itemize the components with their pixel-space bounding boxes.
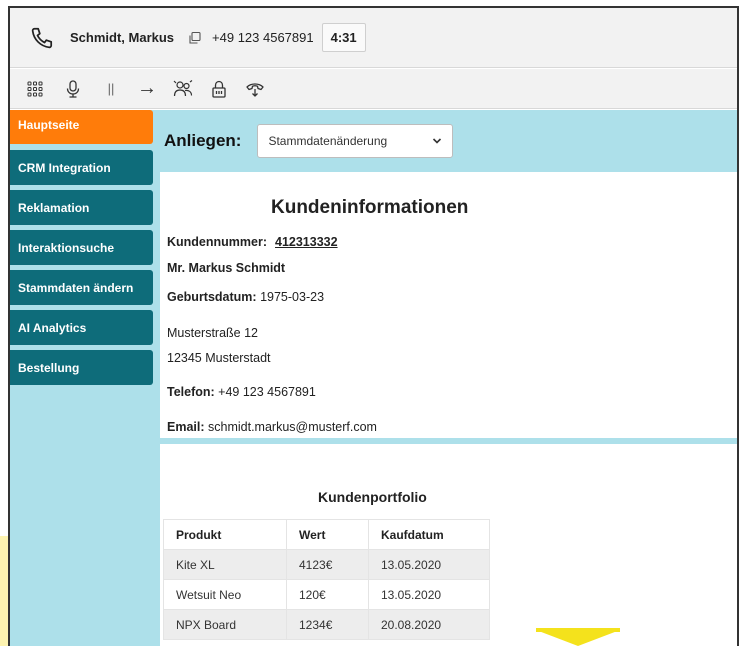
anliegen-row: Anliegen: Stammdatenänderung (160, 110, 737, 172)
birth-date-value: 1975-03-23 (260, 290, 325, 304)
forward-icon[interactable]: → (136, 77, 158, 100)
customer-number-row: Kundennummer: 412313332 (167, 235, 338, 249)
sidebar-item-label: Reklamation (18, 200, 90, 215)
portfolio-title: Kundenportfolio (318, 489, 427, 505)
call-toolbar: || → (10, 69, 737, 109)
portfolio-table: Produkt Wert Kaufdatum Kite XL 4123€ 13.… (163, 519, 490, 640)
conference-icon[interactable] (172, 78, 194, 100)
portfolio-card: Kundenportfolio Produkt Wert Kaufdatum K… (160, 444, 737, 646)
sidebar-item-interaktionsuche[interactable]: Interaktionsuche (10, 230, 153, 265)
call-bar: Schmidt, Markus +49 123 4567891 4:31 (10, 8, 737, 68)
sidebar-item-stammdaten-aendern[interactable]: Stammdaten ändern (10, 270, 153, 305)
sidebar-item-label: Bestellung (18, 360, 80, 375)
birth-date-label: Geburtsdatum: (167, 290, 257, 304)
caller-name: Schmidt, Markus (70, 30, 175, 45)
table-cell: NPX Board (163, 609, 287, 640)
table-cell: 4123€ (286, 549, 369, 580)
table-cell: 20.08.2020 (368, 609, 490, 640)
address-street: Musterstraße 12 (167, 326, 259, 340)
customer-number-label: Kundennummer: (167, 235, 267, 249)
sidebar: Hauptseite CRM Integration Reklamation I… (10, 110, 160, 646)
call-timer: 4:31 (321, 23, 366, 52)
caller-phone-number: +49 123 4567891 (212, 30, 314, 45)
anliegen-label: Anliegen: (164, 131, 242, 150)
table-row: Wetsuit Neo 120€ 13.05.2020 (163, 579, 490, 610)
address-city: 12345 Musterstadt (167, 351, 271, 365)
copy-icon[interactable] (188, 31, 202, 45)
dialpad-icon[interactable] (24, 78, 46, 100)
birth-date-row: Geburtsdatum: 1975-03-23 (167, 290, 324, 304)
customer-number-link[interactable]: 412313332 (275, 235, 338, 249)
column-header-produkt: Produkt (163, 519, 287, 550)
customer-info-card: Kundeninformationen Kundennummer: 4123133… (160, 172, 737, 438)
sidebar-item-crm-integration[interactable]: CRM Integration (10, 150, 153, 185)
customer-info-title: Kundeninformationen (271, 197, 469, 218)
sidebar-item-label: Interaktionsuche (18, 240, 115, 255)
chevron-down-icon (432, 134, 442, 148)
phone-value: +49 123 4567891 (218, 385, 316, 399)
table-cell: Kite XL (163, 549, 287, 580)
phone-label: Telefon: (167, 385, 215, 399)
phone-icon (28, 24, 56, 52)
app-window: Schmidt, Markus +49 123 4567891 4:31 || … (8, 6, 739, 646)
pause-icon[interactable]: || (100, 78, 122, 100)
sidebar-item-hauptseite[interactable]: Hauptseite (10, 110, 153, 144)
sidebar-item-reklamation[interactable]: Reklamation (10, 190, 153, 225)
sidebar-item-label: Hauptseite (18, 118, 80, 132)
table-cell: 120€ (286, 579, 369, 610)
sidebar-item-bestellung[interactable]: Bestellung (10, 350, 153, 385)
sidebar-item-label: Stammdaten ändern (18, 280, 134, 295)
hangup-icon[interactable] (244, 78, 266, 100)
table-row: NPX Board 1234€ 20.08.2020 (163, 609, 490, 640)
column-header-wert: Wert (286, 519, 369, 550)
email-value: schmidt.markus@musterf.com (208, 420, 377, 434)
email-row: Email: schmidt.markus@musterf.com (167, 420, 377, 434)
sidebar-item-label: AI Analytics (18, 320, 87, 335)
customer-name: Mr. Markus Schmidt (167, 261, 286, 275)
table-header-row: Produkt Wert Kaufdatum (163, 519, 490, 550)
table-cell: 13.05.2020 (368, 549, 490, 580)
background-accent-triangle (536, 630, 620, 646)
table-cell: 1234€ (286, 609, 369, 640)
anliegen-selected-value: Stammdatenänderung (268, 134, 388, 148)
lock-icon[interactable] (208, 78, 230, 100)
table-row: Kite XL 4123€ 13.05.2020 (163, 549, 490, 580)
phone-row: Telefon: +49 123 4567891 (167, 385, 316, 399)
microphone-icon[interactable] (62, 78, 84, 100)
anliegen-select[interactable]: Stammdatenänderung (257, 124, 454, 158)
table-cell: 13.05.2020 (368, 579, 490, 610)
sidebar-item-ai-analytics[interactable]: AI Analytics (10, 310, 153, 345)
column-header-kaufdatum: Kaufdatum (368, 519, 490, 550)
main-content: Anliegen: Stammdatenänderung Kundeninfor… (160, 110, 737, 646)
sidebar-item-label: CRM Integration (18, 160, 111, 175)
table-cell: Wetsuit Neo (163, 579, 287, 610)
email-label: Email: (167, 420, 205, 434)
